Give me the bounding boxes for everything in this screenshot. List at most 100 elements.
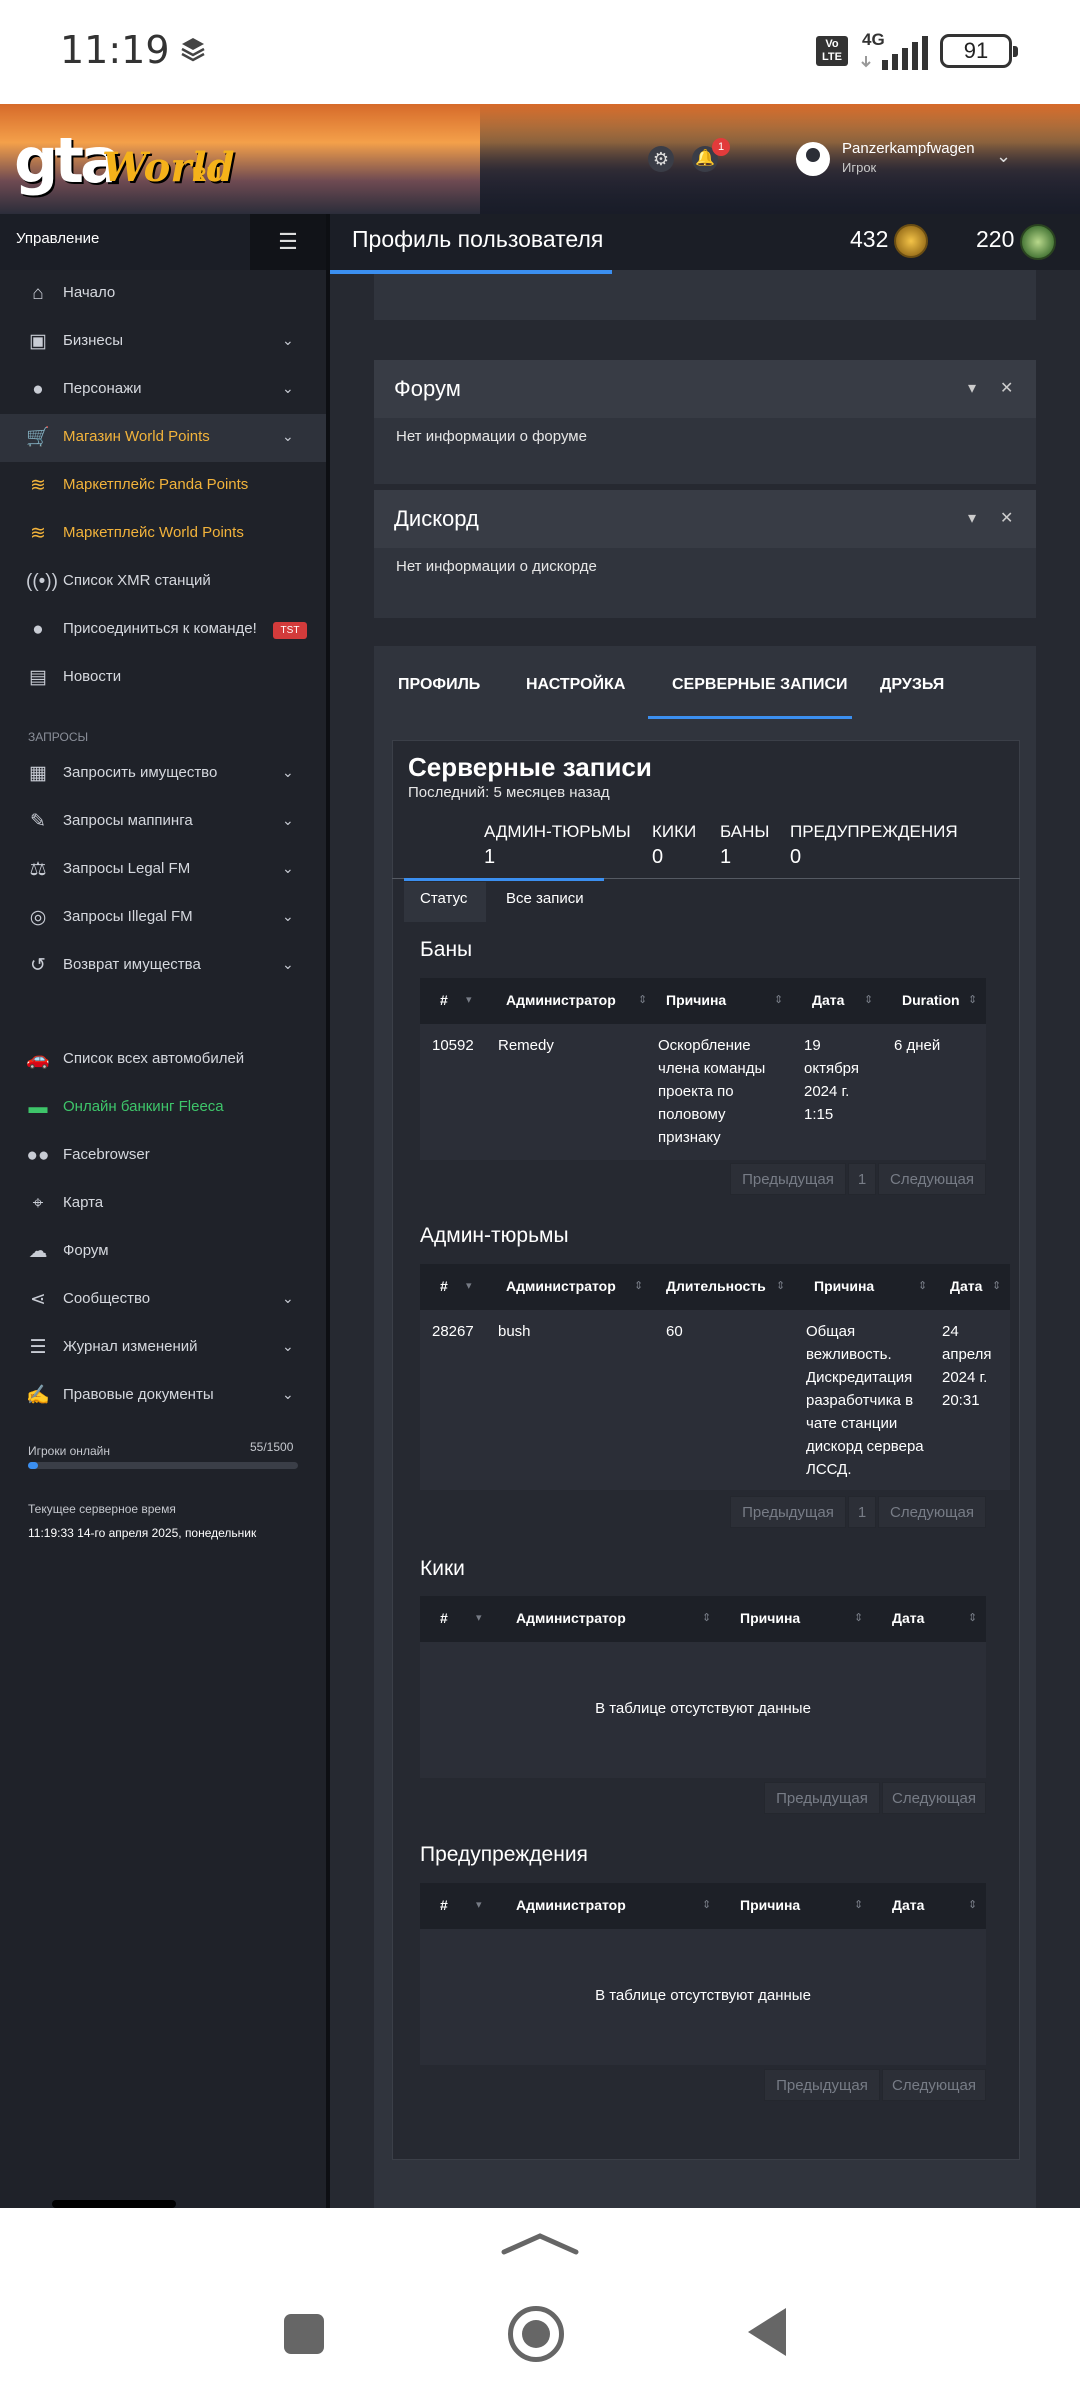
stat-bans-label[interactable]: БАНЫ	[720, 822, 769, 842]
th-reason[interactable]: Причина	[666, 992, 726, 1008]
jails-title: Админ-тюрьмы	[420, 1224, 569, 1247]
th-duration[interactable]: Duration	[902, 992, 960, 1008]
stat-jails-label[interactable]: АДМИН-ТЮРЬМЫ	[484, 822, 631, 842]
pagination-previous[interactable]: Предыдущая	[730, 1496, 846, 1528]
tab-friends[interactable]: ДРУЗЬЯ	[880, 676, 944, 694]
sort-icon[interactable]: ▾	[466, 993, 472, 1006]
pagination-page[interactable]: 1	[848, 1496, 876, 1528]
recent-apps-icon[interactable]	[284, 2314, 324, 2354]
pagination-next[interactable]: Следующая	[878, 1496, 986, 1528]
stat-kicks-label[interactable]: КИКИ	[652, 822, 696, 842]
sidebar-item-home[interactable]: ⌂ Начало	[0, 270, 326, 318]
home-button-icon[interactable]	[508, 2306, 564, 2362]
menu-toggle-icon[interactable]: ☰	[250, 214, 326, 270]
sidebar-item-join-team[interactable]: ● Присоединиться к команде! TST	[0, 606, 326, 654]
sort-icon[interactable]: ⇕	[968, 1611, 977, 1624]
sidebar-item-panda-marketplace[interactable]: ≋ Маркетплейс Panda Points	[0, 462, 326, 510]
sort-icon[interactable]: ▾	[476, 1611, 482, 1624]
th-reason[interactable]: Причина	[814, 1278, 874, 1294]
close-icon[interactable]: ✕	[1000, 378, 1013, 398]
th-id[interactable]: #	[440, 1278, 448, 1294]
user-menu-chevron-icon[interactable]: ⌄	[996, 146, 1011, 167]
sidebar-item-xmr-stations[interactable]: ((•)) Список XMR станций	[0, 558, 326, 606]
sidebar-item-property-return[interactable]: ↺ Возврат имущества ⌄	[0, 942, 326, 990]
sort-icon[interactable]: ⇕	[918, 1279, 927, 1292]
pagination-next[interactable]: Следующая	[878, 1163, 986, 1195]
sort-icon[interactable]: ⇕	[634, 1279, 643, 1292]
chevron-down-icon: ⌄	[282, 860, 294, 876]
sidebar-item-request-property[interactable]: ▦ Запросить имущество ⌄	[0, 750, 326, 798]
sidebar-item-changelog[interactable]: ☰ Журнал изменений ⌄	[0, 1324, 326, 1372]
sort-icon[interactable]: ⇕	[774, 993, 783, 1006]
th-id[interactable]: #	[440, 1897, 448, 1913]
user-name[interactable]: Panzerkampfwagen	[842, 140, 975, 157]
sort-icon[interactable]: ⇕	[992, 1279, 1001, 1292]
tab-profile[interactable]: ПРОФИЛЬ	[398, 676, 480, 694]
sidebar-item-all-cars[interactable]: 🚗 Список всех автомобилей	[0, 1036, 326, 1084]
sidebar-item-world-points-shop[interactable]: 🛒 Магазин World Points ⌄	[0, 414, 326, 462]
sort-icon[interactable]: ⇕	[702, 1611, 711, 1624]
pagination-next[interactable]: Следующая	[882, 1782, 986, 1814]
tab-server-records[interactable]: СЕРВЕРНЫЕ ЗАПИСИ	[672, 676, 848, 694]
sidebar-item-community[interactable]: ⋖ Сообщество ⌄	[0, 1276, 326, 1324]
sort-icon[interactable]: ⇕	[702, 1898, 711, 1911]
sidebar-item-illegal-fm[interactable]: ◎ Запросы Illegal FM ⌄	[0, 894, 326, 942]
sidebar-item-forum[interactable]: ☁ Форум	[0, 1228, 326, 1276]
th-admin[interactable]: Администратор	[506, 992, 616, 1008]
sidebar-item-map[interactable]: ⌖ Карта	[0, 1180, 326, 1228]
pagination-previous[interactable]: Предыдущая	[730, 1163, 846, 1195]
sidebar-item-mapping-requests[interactable]: ✎ Запросы маппинга ⌄	[0, 798, 326, 846]
stat-warnings-label[interactable]: ПРЕДУПРЕЖДЕНИЯ	[790, 822, 958, 842]
sort-icon[interactable]: ⇕	[968, 1898, 977, 1911]
site-logo[interactable]: gta World RU	[14, 118, 235, 202]
sort-icon[interactable]: ⇕	[968, 993, 977, 1006]
th-date[interactable]: Дата	[812, 992, 844, 1008]
tab-status[interactable]: Статус	[420, 890, 467, 907]
th-duration[interactable]: Длительность	[666, 1278, 766, 1294]
sidebar-item-legal-docs[interactable]: ✍ Правовые документы ⌄	[0, 1372, 326, 1420]
sidebar-item-news[interactable]: ▤ Новости	[0, 654, 326, 702]
sort-icon[interactable]: ⇕	[864, 993, 873, 1006]
tab-settings[interactable]: НАСТРОЙКА	[526, 676, 625, 694]
th-date[interactable]: Дата	[892, 1610, 924, 1626]
sidebar-item-businesses[interactable]: ▣ Бизнесы ⌄	[0, 318, 326, 366]
sidebar-item-facebrowser[interactable]: ●● Facebrowser	[0, 1132, 326, 1180]
pagination-previous[interactable]: Предыдущая	[764, 2069, 880, 2101]
th-reason[interactable]: Причина	[740, 1610, 800, 1626]
th-id[interactable]: #	[440, 992, 448, 1008]
sidebar-item-world-marketplace[interactable]: ≋ Маркетплейс World Points	[0, 510, 326, 558]
collapse-icon[interactable]: ▾	[968, 378, 976, 398]
sidebar-item-characters[interactable]: ● Персонажи ⌄	[0, 366, 326, 414]
back-icon[interactable]	[748, 2308, 786, 2356]
user-avatar[interactable]	[796, 142, 830, 176]
sort-icon[interactable]: ⇕	[638, 993, 647, 1006]
th-admin[interactable]: Администратор	[506, 1278, 616, 1294]
pagination-previous[interactable]: Предыдущая	[764, 1782, 880, 1814]
th-date[interactable]: Дата	[892, 1897, 924, 1913]
th-admin[interactable]: Администратор	[516, 1610, 626, 1626]
th-id[interactable]: #	[440, 1610, 448, 1626]
pagination-page[interactable]: 1	[848, 1163, 876, 1195]
sort-icon[interactable]: ▾	[476, 1898, 482, 1911]
sort-icon[interactable]: ▾	[466, 1279, 472, 1292]
table-row: 10592 Remedy Оскорбление члена команды п…	[420, 1024, 986, 1160]
previous-card	[330, 270, 1036, 320]
undo-icon: ↺	[30, 955, 46, 976]
th-reason[interactable]: Причина	[740, 1897, 800, 1913]
sort-icon[interactable]: ⇕	[776, 1279, 785, 1292]
cart-icon: 🛒	[26, 427, 50, 448]
sidebar-item-fleeca-banking[interactable]: ▬ Онлайн банкинг Fleeca	[0, 1084, 326, 1132]
sort-icon[interactable]: ⇕	[854, 1898, 863, 1911]
pagination-next[interactable]: Следующая	[882, 2069, 986, 2101]
settings-gear-icon[interactable]: ⚙	[648, 146, 674, 172]
th-admin[interactable]: Администратор	[516, 1897, 626, 1913]
sidebar-item-legal-fm[interactable]: ⚖ Запросы Legal FM ⌄	[0, 846, 326, 894]
tab-all-records[interactable]: Все записи	[506, 890, 584, 907]
close-icon[interactable]: ✕	[1000, 508, 1013, 528]
home-icon: ⌂	[32, 283, 44, 304]
collapse-icon[interactable]: ▾	[968, 508, 976, 528]
chevron-up-icon[interactable]	[500, 2228, 580, 2258]
world-points-icon	[894, 224, 928, 258]
sort-icon[interactable]: ⇕	[854, 1611, 863, 1624]
th-date[interactable]: Дата	[950, 1278, 982, 1294]
